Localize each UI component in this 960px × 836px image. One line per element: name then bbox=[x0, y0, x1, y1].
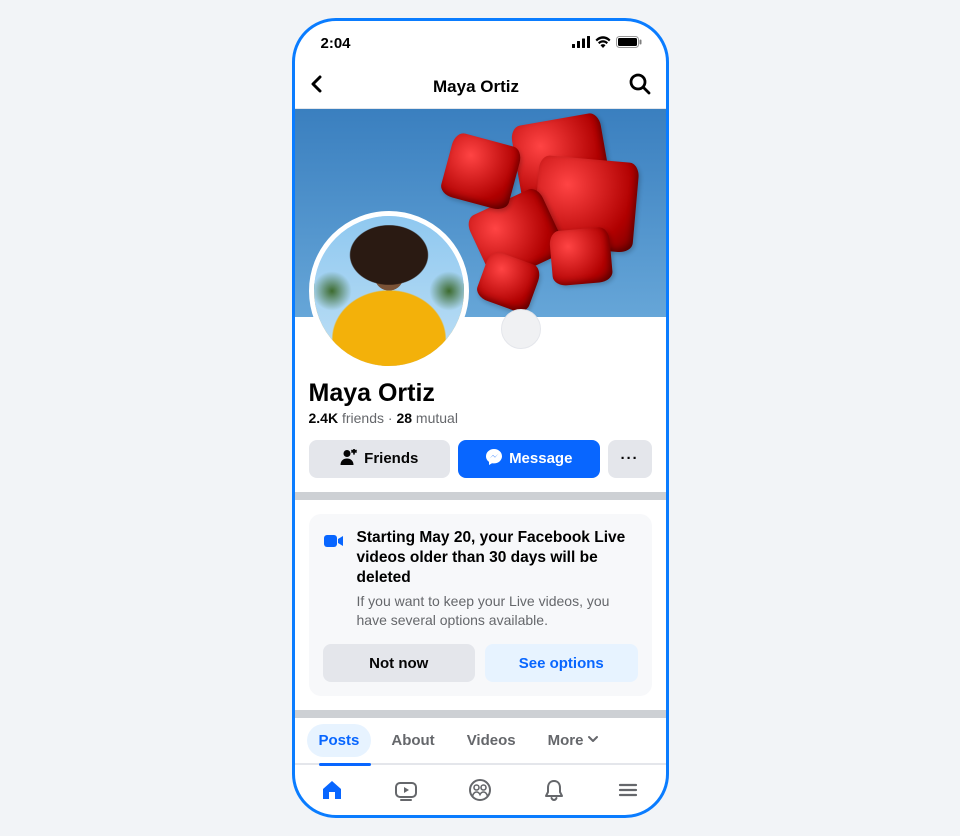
profile-action-bubble[interactable] bbox=[501, 309, 541, 349]
tab-posts[interactable]: Posts bbox=[307, 724, 372, 757]
notifications-icon[interactable] bbox=[541, 777, 567, 803]
friends-label: friends bbox=[342, 410, 384, 426]
message-button[interactable]: Message bbox=[458, 440, 600, 478]
more-button[interactable]: ··· bbox=[608, 440, 652, 478]
notice-body: If you want to keep your Live videos, yo… bbox=[357, 592, 638, 630]
mutual-label: mutual bbox=[416, 410, 458, 426]
profile-substats[interactable]: 2.4K friends · 28 mutual bbox=[309, 410, 652, 426]
back-icon[interactable] bbox=[309, 75, 323, 98]
not-now-button[interactable]: Not now bbox=[323, 644, 476, 682]
cellular-icon bbox=[572, 35, 590, 52]
chevron-down-icon bbox=[587, 732, 599, 749]
friends-button[interactable]: Friends bbox=[309, 440, 451, 478]
home-icon[interactable] bbox=[319, 777, 345, 803]
messenger-icon bbox=[485, 448, 503, 470]
page-title: Maya Ortiz bbox=[433, 77, 519, 97]
status-time: 2:04 bbox=[321, 35, 351, 52]
battery-icon bbox=[616, 35, 642, 52]
tab-about[interactable]: About bbox=[379, 724, 446, 757]
phone-frame: 2:04 Maya Ortiz bbox=[292, 18, 669, 818]
friends-count: 2.4K bbox=[309, 410, 339, 426]
more-icon: ··· bbox=[621, 450, 639, 467]
wifi-icon bbox=[595, 35, 611, 52]
friends-icon[interactable] bbox=[467, 777, 493, 803]
tab-more-label: More bbox=[548, 732, 584, 749]
friends-icon bbox=[340, 449, 358, 469]
profile-header: Maya Ortiz 2.4K friends · 28 mutual Frie… bbox=[295, 317, 666, 492]
tab-posts-label: Posts bbox=[319, 732, 360, 749]
notice-title: Starting May 20, your Facebook Live vide… bbox=[357, 528, 638, 588]
bottom-nav bbox=[295, 764, 666, 816]
watch-icon[interactable] bbox=[393, 777, 419, 803]
mutual-count: 28 bbox=[396, 410, 412, 426]
stats-dot: · bbox=[388, 410, 393, 426]
tab-underline bbox=[319, 763, 371, 766]
scroll-content: Maya Ortiz 2.4K friends · 28 mutual Frie… bbox=[295, 109, 666, 815]
divider bbox=[295, 710, 666, 718]
status-bar: 2:04 bbox=[295, 21, 666, 65]
tab-videos[interactable]: Videos bbox=[455, 724, 528, 757]
nav-bar: Maya Ortiz bbox=[295, 65, 666, 109]
see-options-button[interactable]: See options bbox=[485, 644, 638, 682]
divider bbox=[295, 492, 666, 500]
action-row: Friends Message ··· bbox=[309, 440, 652, 478]
search-icon[interactable] bbox=[629, 73, 651, 100]
avatar[interactable] bbox=[309, 211, 469, 371]
video-icon bbox=[323, 530, 345, 552]
tab-more[interactable]: More bbox=[536, 724, 612, 757]
status-right bbox=[572, 35, 642, 52]
live-video-notice: Starting May 20, your Facebook Live vide… bbox=[309, 514, 652, 696]
menu-icon[interactable] bbox=[615, 777, 641, 803]
profile-tabs: Posts About Videos More bbox=[295, 718, 666, 764]
friends-button-label: Friends bbox=[364, 450, 418, 467]
message-button-label: Message bbox=[509, 450, 572, 467]
